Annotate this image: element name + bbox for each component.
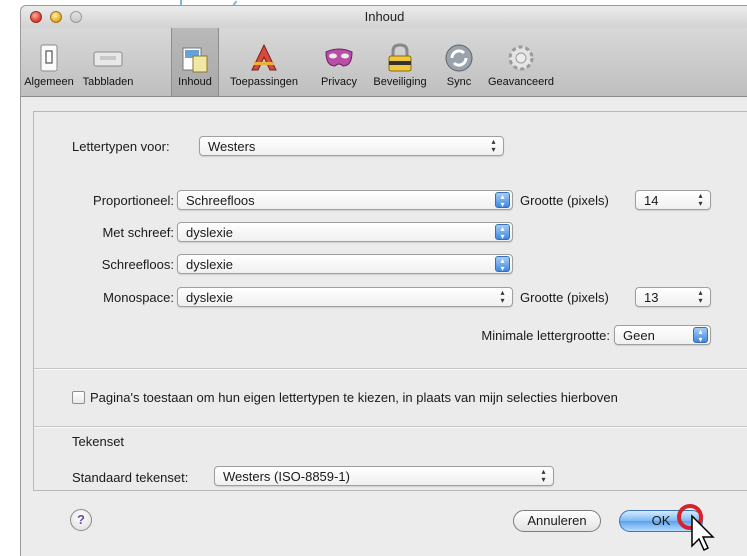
lock-icon — [384, 42, 416, 74]
chevron-updown-icon: ▴ ▾ — [495, 256, 510, 273]
select-value: Westers — [208, 139, 256, 154]
select-value: Westers (ISO-8859-1) — [223, 469, 350, 484]
minimize-button[interactable] — [50, 11, 62, 23]
select-value: 14 — [644, 193, 659, 208]
tab-label: Sync — [446, 76, 472, 88]
tab-beveiliging[interactable]: Beveiliging — [365, 28, 435, 96]
allow-pages-checkbox[interactable] — [72, 391, 85, 404]
title-bar[interactable]: Inhoud — [21, 6, 747, 28]
cursor-icon — [677, 504, 715, 552]
chevron-updown-icon: ▴ ▾ — [500, 288, 505, 305]
charset-section-label: Tekenset — [72, 434, 125, 449]
default-charset-label: Standaard tekenset: — [72, 470, 189, 485]
chevron-updown-icon: ▴ ▾ — [541, 467, 546, 484]
close-button[interactable] — [30, 11, 42, 23]
divider — [34, 368, 747, 370]
default-charset-select[interactable]: Westers (ISO-8859-1) ▴ ▾ — [214, 466, 554, 486]
min-size-select[interactable]: Geen ▴ ▾ — [614, 325, 711, 345]
switch-icon — [33, 42, 65, 74]
tab-label: Tabbladen — [82, 76, 134, 88]
cancel-button[interactable]: Annuleren — [513, 510, 601, 532]
tab-toepassingen[interactable]: Toepassingen — [221, 28, 307, 96]
tab-label: Beveiliging — [373, 76, 427, 88]
content-pane: Lettertypen voor: Westers ▴ ▾ Proportione… — [33, 111, 747, 491]
tab-geavanceerd[interactable]: Geavanceerd — [483, 28, 559, 96]
select-value: dyslexie — [186, 225, 233, 240]
mono-label: Monospace: — [103, 290, 174, 305]
zoom-button[interactable] — [70, 11, 82, 23]
content-icon — [179, 42, 211, 74]
tab-algemeen[interactable]: Algemeen — [21, 28, 77, 96]
chevron-updown-icon: ▴ ▾ — [495, 224, 510, 241]
proportional-size-select[interactable]: 14 ▴ ▾ — [635, 190, 711, 210]
select-value: dyslexie — [186, 290, 233, 305]
mask-icon — [323, 42, 355, 74]
toolbar: Algemeen Tabbladen Inhoud Toepassingen P… — [21, 28, 747, 97]
mono-size-select[interactable]: 13 ▴ ▾ — [635, 287, 711, 307]
allow-pages-label[interactable]: Pagina's toestaan om hun eigen lettertyp… — [90, 390, 618, 405]
chevron-updown-icon: ▴ ▾ — [491, 137, 496, 154]
tab-privacy[interactable]: Privacy — [313, 28, 365, 96]
chevron-updown-icon: ▴ ▾ — [698, 191, 703, 208]
sans-select[interactable]: dyslexie ▴ ▾ — [177, 254, 513, 274]
proportional-label: Proportioneel: — [93, 193, 174, 208]
tab-tabbladen[interactable]: Tabbladen — [78, 28, 138, 96]
tab-inhoud[interactable]: Inhoud — [171, 28, 219, 96]
sync-icon — [443, 42, 475, 74]
gear-icon — [505, 42, 537, 74]
tab-label: Geavanceerd — [487, 76, 555, 88]
divider — [34, 426, 747, 428]
mono-select[interactable]: dyslexie ▴ ▾ — [177, 287, 513, 307]
size-label: Grootte (pixels) — [520, 193, 609, 208]
tab-label: Algemeen — [24, 76, 74, 88]
min-size-label: Minimale lettergrootte: — [481, 328, 610, 343]
window-title: Inhoud — [364, 9, 405, 24]
select-value: 13 — [644, 290, 659, 305]
chevron-updown-icon: ▴ ▾ — [698, 288, 703, 305]
size-label: Grootte (pixels) — [520, 290, 609, 305]
applications-icon — [248, 42, 280, 74]
sans-label: Schreefloos: — [101, 257, 174, 272]
serif-label: Met schreef: — [102, 225, 174, 240]
fonts-for-select[interactable]: Westers ▴ ▾ — [199, 136, 504, 156]
select-value: Schreefloos — [186, 193, 255, 208]
select-value: dyslexie — [186, 257, 233, 272]
proportional-select[interactable]: Schreefloos ▴ ▾ — [177, 190, 513, 210]
tab-label: Inhoud — [178, 76, 212, 88]
help-button[interactable]: ? — [70, 509, 92, 531]
tab-label: Privacy — [320, 76, 358, 88]
fonts-for-label: Lettertypen voor: — [72, 139, 170, 154]
tab-sync[interactable]: Sync — [437, 28, 481, 96]
select-value: Geen — [623, 328, 655, 343]
tab-label: Toepassingen — [230, 76, 298, 88]
preferences-window: Inhoud Algemeen Tabbladen Inhoud Toepass… — [20, 5, 747, 556]
serif-select[interactable]: dyslexie ▴ ▾ — [177, 222, 513, 242]
chevron-updown-icon: ▴ ▾ — [495, 192, 510, 209]
chevron-updown-icon: ▴ ▾ — [693, 327, 708, 344]
tabs-icon — [92, 42, 124, 74]
